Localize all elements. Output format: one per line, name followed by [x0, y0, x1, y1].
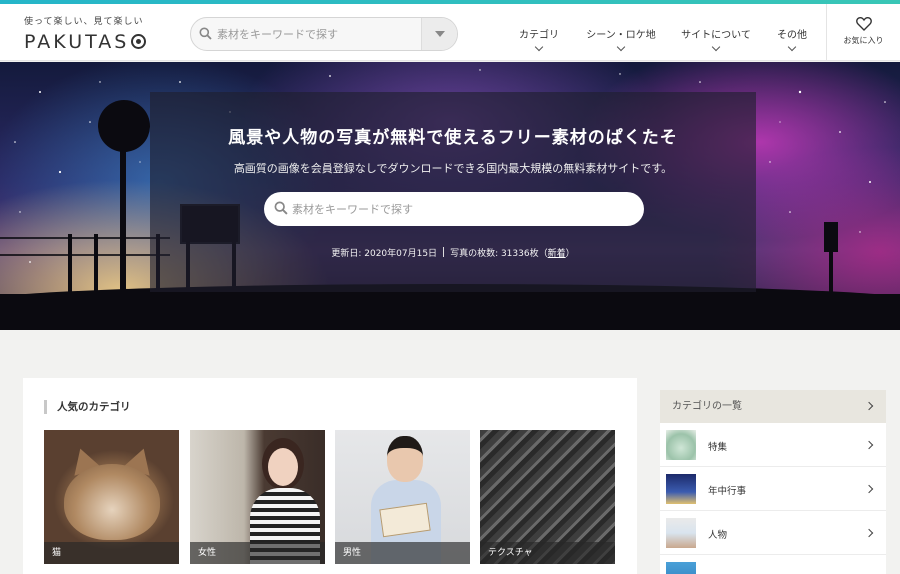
chevron-right-icon: [864, 484, 874, 494]
search-icon: [199, 27, 212, 40]
updated-date: 更新日: 2020年07月15日: [331, 249, 438, 259]
lamp-pole: [829, 250, 833, 298]
nav-other-label: その他: [777, 30, 807, 41]
logo-wordmark: PAKUTAS: [24, 31, 174, 53]
logo-tagline: 使って楽しい、見て楽しい: [24, 17, 144, 27]
sidebar-item-label: 年中行事: [708, 486, 747, 497]
search-dropdown-button[interactable]: [421, 18, 457, 50]
site-logo[interactable]: 使って楽しい、見て楽しい PAKUTAS: [24, 14, 174, 54]
site-stats: 更新日: 2020年07月15日 写真の枚数: 31336枚（新着）: [150, 246, 756, 259]
hero-banner: 風景や人物の写真が無料で使えるフリー素材のぱくたそ 高画質の画像を会員登録なしで…: [0, 62, 900, 330]
sidebar-header[interactable]: カテゴリの一覧: [660, 390, 886, 423]
nav-scene-location-label: シーン・ロケ地: [586, 30, 656, 41]
paren-close: ）: [565, 249, 575, 259]
sidebar-item-next[interactable]: [660, 555, 886, 574]
category-thumb-man[interactable]: 男性: [335, 430, 470, 564]
divider: [443, 247, 445, 257]
nav-category[interactable]: カテゴリ: [509, 4, 569, 61]
chevron-right-icon: [864, 528, 874, 538]
fence-post: [94, 234, 98, 294]
fence-wire: [0, 237, 170, 239]
sidebar-item-events[interactable]: 年中行事: [660, 467, 886, 511]
popular-categories-card: 人気のカテゴリ 猫 女性 男性 テクスチャ: [23, 378, 637, 574]
section-title: 人気のカテゴリ: [44, 400, 131, 414]
new-arrivals-link[interactable]: 新着: [548, 249, 566, 259]
category-thumb-woman[interactable]: 女性: [190, 430, 325, 564]
thumb-label: 女性: [190, 542, 325, 564]
favorites-label: お気に入り: [843, 36, 884, 45]
heart-icon: [855, 17, 872, 31]
chevron-right-icon: [864, 440, 874, 450]
chevron-down-icon: [711, 42, 721, 52]
hero-panel: 風景や人物の写真が無料で使えるフリー素材のぱくたそ 高画質の画像を会員登録なしで…: [150, 92, 756, 292]
hero-search-input[interactable]: [292, 192, 632, 226]
chevron-right-icon: [864, 401, 874, 411]
sidebar-item-label: 特集: [708, 442, 728, 453]
category-sidebar: カテゴリの一覧 特集 年中行事 人物: [660, 390, 886, 574]
hero-title: 風景や人物の写真が無料で使えるフリー素材のぱくたそ: [228, 128, 678, 148]
chevron-down-icon: [534, 42, 544, 52]
category-thumb-cat[interactable]: 猫: [44, 430, 179, 564]
cat-photo: [64, 464, 160, 540]
road-sign: [98, 100, 150, 152]
logo-text: PAKUTAS: [24, 31, 130, 53]
nav-category-label: カテゴリ: [519, 30, 559, 41]
lamp-silhouette: [824, 222, 838, 252]
paren-open: （: [538, 249, 548, 259]
nav-scene-location[interactable]: シーン・ロケ地: [583, 4, 659, 61]
nav-about-label: サイトについて: [681, 30, 751, 41]
people-thumb-icon: [666, 518, 696, 548]
thumb-label: 男性: [335, 542, 470, 564]
hero-subtitle: 高画質の画像を会員登録なしでダウンロードできる国内最大規模の無料素材サイトです。: [233, 162, 673, 175]
category-thumb-icon: [666, 562, 696, 574]
woman-photo: [268, 448, 298, 486]
sidebar-item-people[interactable]: 人物: [660, 511, 886, 555]
events-thumb-icon: [666, 474, 696, 504]
sidebar-item-feature[interactable]: 特集: [660, 423, 886, 467]
sidebar-item-label: 人物: [708, 530, 728, 541]
search-icon: [274, 201, 288, 215]
logo-eye-icon: [131, 34, 147, 49]
nav-about[interactable]: サイトについて: [676, 4, 756, 61]
man-photo: [387, 436, 423, 482]
photo-count: 写真の枚数: 31336枚: [450, 249, 539, 259]
header-search: [190, 17, 458, 51]
fence-wire: [0, 254, 170, 256]
favorites-button[interactable]: お気に入り: [826, 4, 900, 61]
sidebar-title: カテゴリの一覧: [672, 401, 742, 412]
header-search-input[interactable]: [217, 18, 422, 50]
ground-band: [0, 294, 900, 330]
site-header: 使って楽しい、見て楽しい PAKUTAS カテゴリ シーン・ロケ地 サイトについ…: [0, 4, 900, 61]
category-thumb-texture[interactable]: テクスチャ: [480, 430, 615, 564]
hero-search: [264, 192, 644, 226]
feature-thumb-icon: [666, 430, 696, 460]
chevron-down-icon: [616, 42, 626, 52]
thumb-label: 猫: [44, 542, 179, 564]
thumb-label: テクスチャ: [480, 542, 615, 564]
chevron-down-icon: [787, 42, 797, 52]
nav-other[interactable]: その他: [770, 4, 814, 61]
fence-post: [68, 234, 72, 294]
